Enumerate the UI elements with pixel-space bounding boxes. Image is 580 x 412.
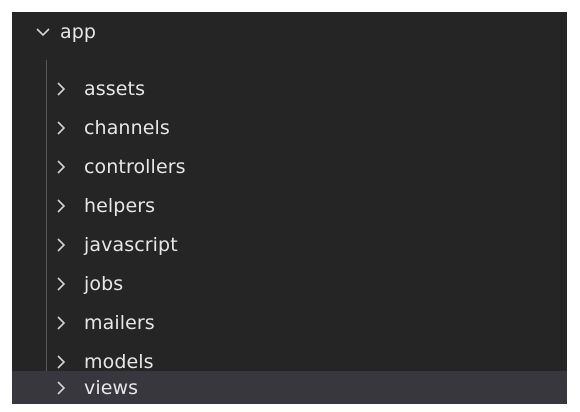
folder-assets[interactable]: assets <box>12 69 567 108</box>
folder-controllers[interactable]: controllers <box>12 147 567 186</box>
folder-label: app <box>60 20 97 43</box>
folder-mailers[interactable]: mailers <box>12 303 567 342</box>
folder-javascript[interactable]: javascript <box>12 225 567 264</box>
chevron-right-icon <box>52 379 70 397</box>
folder-label: mailers <box>84 311 155 334</box>
chevron-right-icon <box>52 353 70 371</box>
folder-label: views <box>84 376 139 399</box>
chevron-right-icon <box>52 80 70 98</box>
chevron-right-icon <box>52 158 70 176</box>
folder-label: javascript <box>84 233 178 256</box>
folder-label: jobs <box>84 272 124 295</box>
folder-label: models <box>84 350 154 373</box>
chevron-right-icon <box>52 314 70 332</box>
chevron-right-icon <box>52 197 70 215</box>
folder-jobs[interactable]: jobs <box>12 264 567 303</box>
folder-label: assets <box>84 77 146 100</box>
file-explorer-tree: app assets channels controllers helpers … <box>12 12 567 404</box>
folder-helpers[interactable]: helpers <box>12 186 567 225</box>
chevron-right-icon <box>52 236 70 254</box>
folder-label: controllers <box>84 155 186 178</box>
chevron-right-icon <box>52 275 70 293</box>
folder-label: channels <box>84 116 170 139</box>
folder-views[interactable]: views <box>12 371 567 404</box>
folder-app[interactable]: app <box>12 12 567 51</box>
folder-label: helpers <box>84 194 156 217</box>
chevron-right-icon <box>52 119 70 137</box>
chevron-down-icon <box>34 23 52 41</box>
folder-channels[interactable]: channels <box>12 108 567 147</box>
